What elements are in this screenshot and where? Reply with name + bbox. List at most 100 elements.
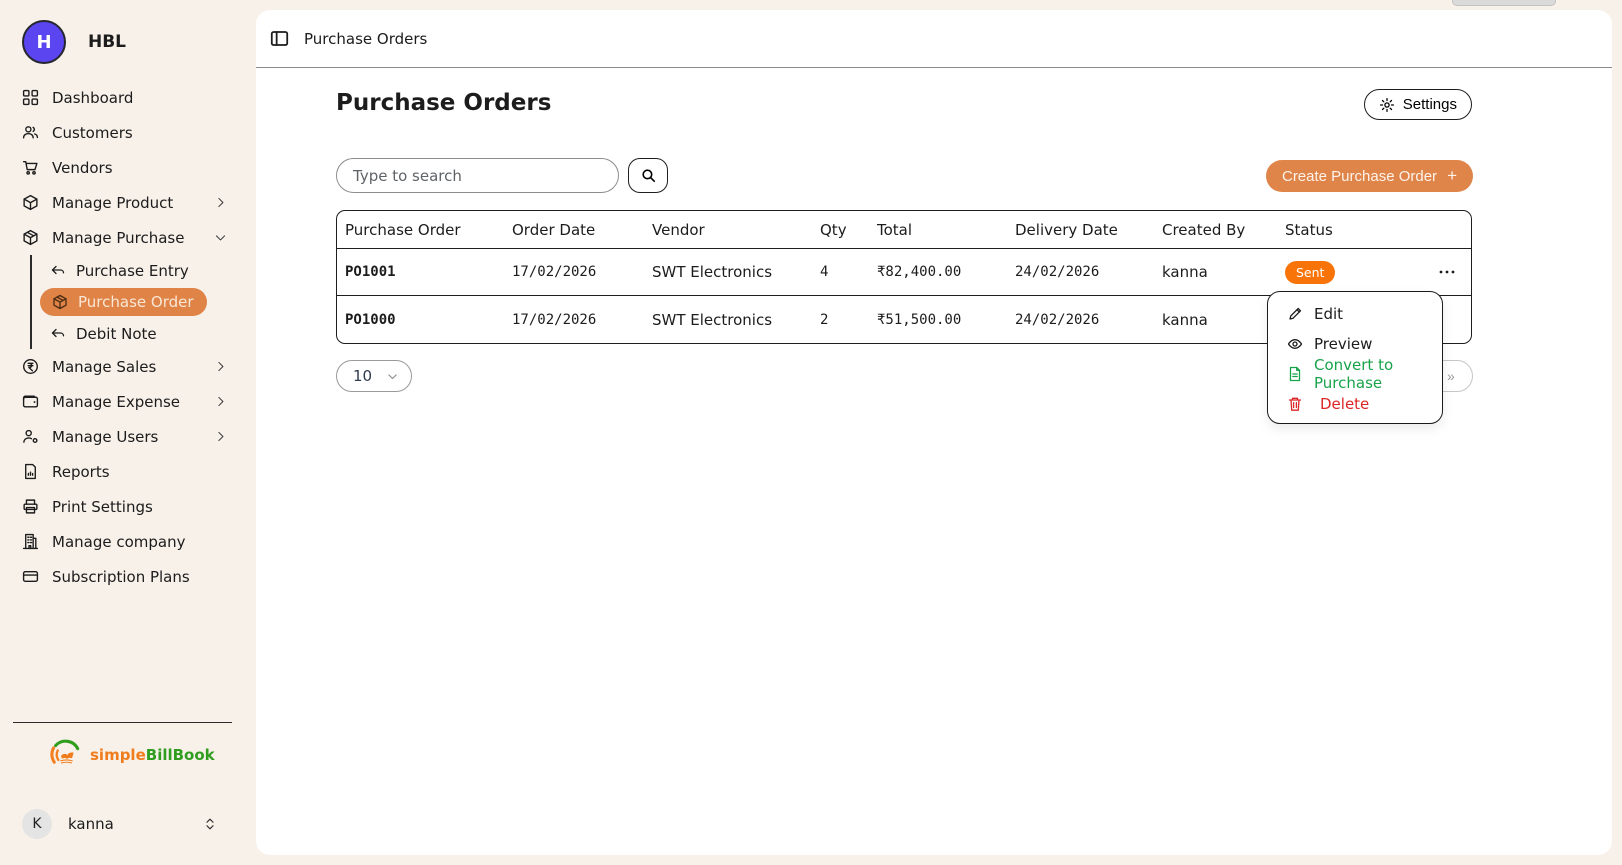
column-header: Delivery Date <box>1015 221 1162 239</box>
sidebar-item-label: Customers <box>52 124 133 142</box>
return-arrow-icon <box>50 263 66 279</box>
row-actions-button[interactable] <box>1422 269 1471 275</box>
user-avatar: K <box>22 809 52 839</box>
menu-item-edit[interactable]: Edit <box>1268 299 1442 329</box>
wallet-icon <box>22 393 39 410</box>
sidebar-toggle-icon[interactable] <box>270 29 289 48</box>
cell-total: ₹51,500.00 <box>877 312 1015 328</box>
credit-card-icon <box>22 568 39 585</box>
building-icon <box>22 533 39 550</box>
column-header: Vendor <box>652 221 820 239</box>
search-input[interactable] <box>336 158 619 193</box>
sidebar-item-dashboard[interactable]: Dashboard <box>0 80 245 115</box>
cell-delivery-date: 24/02/2026 <box>1015 312 1162 328</box>
plus-icon: + <box>1447 166 1457 186</box>
sidebar-subitem-label: Debit Note <box>76 325 157 343</box>
sidebar-item-vendors[interactable]: Vendors <box>0 150 245 185</box>
chevron-up-down-icon <box>203 816 217 832</box>
search-icon <box>640 167 657 184</box>
sidebar-item-label: Manage Sales <box>52 358 156 376</box>
company-name: HBL <box>88 32 126 52</box>
gear-icon <box>1379 97 1395 113</box>
cube-icon <box>22 194 39 211</box>
trash-icon <box>1287 396 1303 412</box>
page-size-value: 10 <box>353 367 372 385</box>
sidebar-nav: Dashboard Customers Vendors Manage Produ… <box>0 80 245 594</box>
box-seam-icon <box>52 294 68 310</box>
table-header-row: Purchase Order Order Date Vendor Qty Tot… <box>337 211 1471 249</box>
sidebar-item-manage-users[interactable]: Manage Users <box>0 419 245 454</box>
menu-item-label: Edit <box>1314 305 1343 323</box>
create-purchase-order-button[interactable]: Create Purchase Order + <box>1266 160 1473 192</box>
cell-order-date: 17/02/2026 <box>512 312 652 328</box>
column-header: Status <box>1285 221 1422 239</box>
sidebar-item-label: Vendors <box>52 159 113 177</box>
topbar: Purchase Orders <box>256 10 1612 68</box>
eye-icon <box>1287 336 1303 352</box>
cell-purchase-order: PO1001 <box>345 264 512 280</box>
cell-total: ₹82,400.00 <box>877 264 1015 280</box>
sidebar-item-label: Print Settings <box>52 498 153 516</box>
cell-created-by: kanna <box>1162 263 1285 281</box>
sidebar-item-label: Manage Users <box>52 428 158 446</box>
sidebar-item-label: Subscription Plans <box>52 568 190 586</box>
simplebillbook-logo: simpleBillBook <box>48 737 245 773</box>
company-avatar: H <box>22 20 66 64</box>
sidebar-item-subscription-plans[interactable]: Subscription Plans <box>0 559 245 594</box>
cell-status: Sent <box>1285 261 1422 284</box>
cart-icon <box>22 159 39 176</box>
sidebar-item-reports[interactable]: Reports <box>0 454 245 489</box>
sidebar-subitem-debit-note[interactable]: Debit Note <box>32 318 245 349</box>
create-purchase-order-label: Create Purchase Order <box>1282 168 1437 185</box>
sidebar-item-label: Manage Expense <box>52 393 180 411</box>
purchase-submenu: Purchase Entry Purchase Order Debit Note <box>30 255 245 349</box>
box-seam-icon <box>22 229 39 246</box>
sidebar-item-print-settings[interactable]: Print Settings <box>0 489 245 524</box>
menu-item-label: Delete <box>1320 395 1369 413</box>
sidebar-item-label: Dashboard <box>52 89 133 107</box>
column-header: Created By <box>1162 221 1285 239</box>
chevron-right-icon <box>214 395 227 408</box>
cell-qty: 2 <box>820 312 877 328</box>
sidebar-subitem-purchase-order[interactable]: Purchase Order <box>40 288 207 316</box>
page-size-select[interactable]: 10 <box>336 360 412 392</box>
main-panel: Purchase Orders Purchase Orders Settings… <box>256 10 1612 855</box>
sidebar-item-manage-sales[interactable]: Manage Sales <box>0 349 245 384</box>
breadcrumb: Purchase Orders <box>304 30 427 48</box>
search-button[interactable] <box>628 158 668 193</box>
sidebar-item-manage-expense[interactable]: Manage Expense <box>0 384 245 419</box>
menu-item-preview[interactable]: Preview <box>1268 329 1442 359</box>
person-gear-icon <box>22 428 39 445</box>
sidebar-item-manage-purchase[interactable]: Manage Purchase <box>0 220 245 255</box>
menu-item-convert-to-purchase[interactable]: Convert to Purchase <box>1268 359 1442 389</box>
user-menu[interactable]: K kanna <box>0 809 245 839</box>
simplebillbook-logo-icon <box>48 737 84 773</box>
sidebar-item-label: Manage Purchase <box>52 229 184 247</box>
sidebar-divider <box>13 722 232 723</box>
browser-tab-handle <box>1452 0 1556 6</box>
sidebar-footer: simpleBillBook K kanna <box>0 722 245 865</box>
status-badge: Sent <box>1285 261 1335 284</box>
chevron-right-icon <box>214 360 227 373</box>
page-title: Purchase Orders <box>336 90 551 116</box>
company-header: H HBL <box>0 0 245 64</box>
sidebar-item-manage-company[interactable]: Manage company <box>0 524 245 559</box>
cell-vendor: SWT Electronics <box>652 311 820 329</box>
sidebar-subitem-label: Purchase Entry <box>76 262 189 280</box>
cell-purchase-order: PO1000 <box>345 312 512 328</box>
sidebar-item-customers[interactable]: Customers <box>0 115 245 150</box>
row-context-menu: Edit Preview Convert to Purchase Delete <box>1267 291 1443 424</box>
return-arrow-icon <box>50 326 66 342</box>
simplebillbook-logo-text: simpleBillBook <box>90 746 215 764</box>
user-name: kanna <box>68 815 114 833</box>
sidebar: H HBL Dashboard Customers Vendors Manage… <box>0 0 245 865</box>
rupee-circle-icon <box>22 358 39 375</box>
menu-item-delete[interactable]: Delete <box>1268 389 1442 419</box>
settings-button[interactable]: Settings <box>1364 89 1472 120</box>
cell-order-date: 17/02/2026 <box>512 264 652 280</box>
sidebar-item-label: Reports <box>52 463 110 481</box>
sidebar-subitem-label: Purchase Order <box>78 293 194 311</box>
sidebar-item-manage-product[interactable]: Manage Product <box>0 185 245 220</box>
column-header: Qty <box>820 221 877 239</box>
sidebar-subitem-purchase-entry[interactable]: Purchase Entry <box>32 255 245 286</box>
